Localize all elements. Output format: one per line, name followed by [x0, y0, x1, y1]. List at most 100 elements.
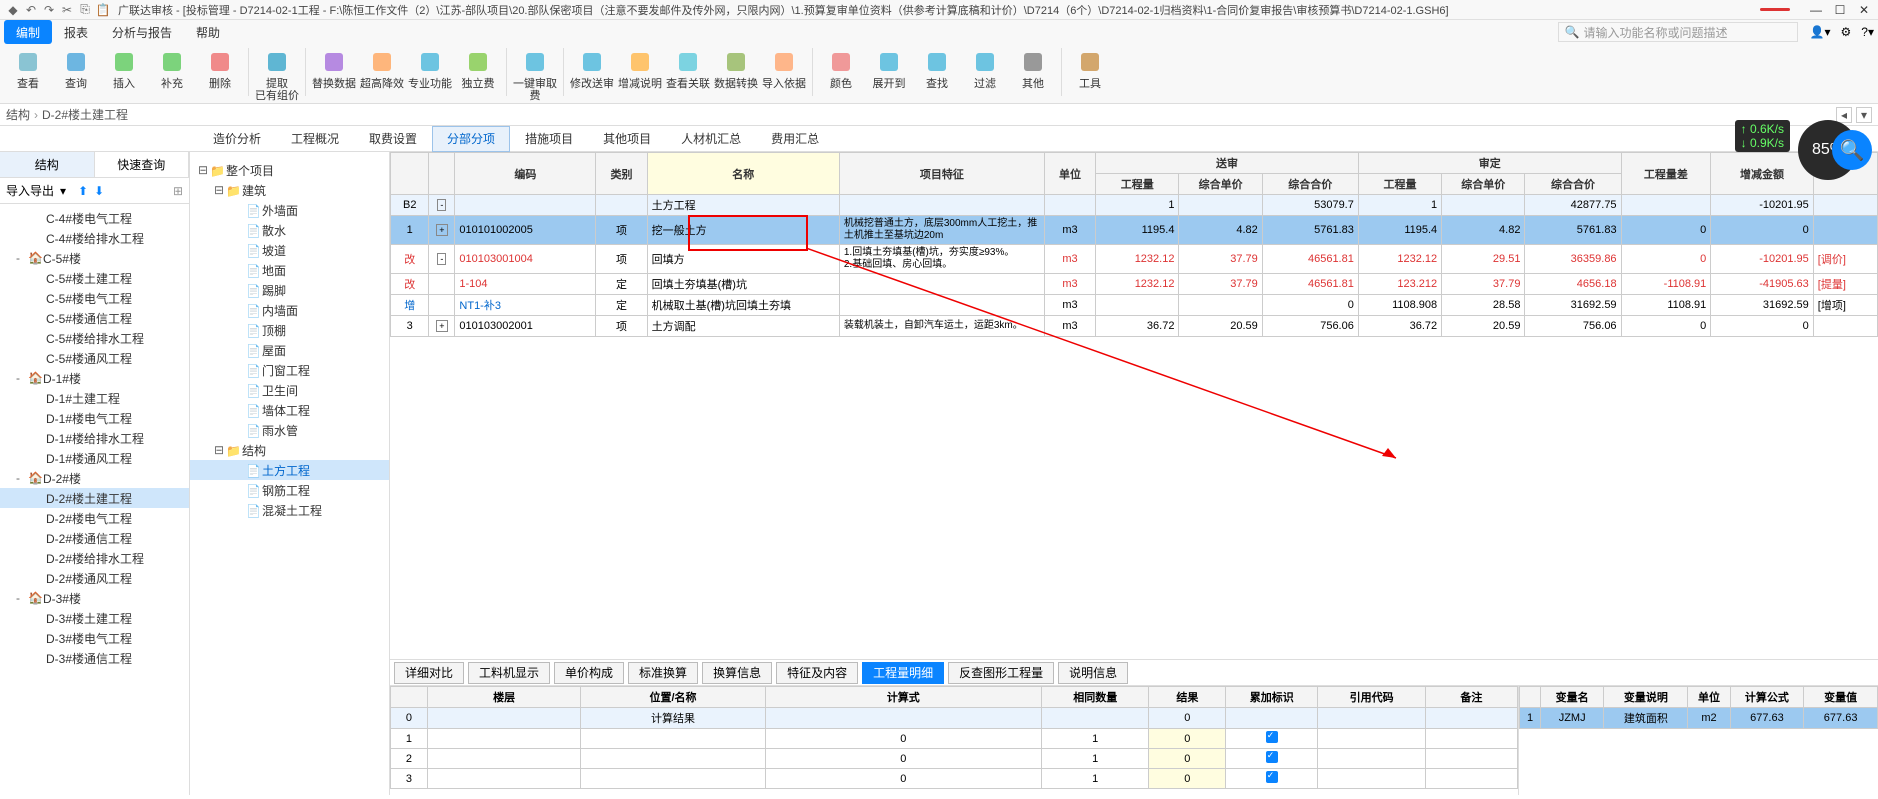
arrow-up-icon[interactable]: ⬆ [78, 184, 88, 198]
left-tab-quick-search[interactable]: 快速查询 [95, 152, 190, 177]
maximize-button[interactable]: ☐ [1832, 3, 1848, 17]
detail-grid[interactable]: 楼层位置/名称计算式相同数量结果累加标识引用代码备注 0计算结果 0 1 01 … [390, 686, 1518, 789]
subtab-3[interactable]: 分部分项 [432, 126, 510, 152]
category-node[interactable]: 📄钢筋工程 [190, 480, 389, 500]
import-export-button[interactable]: 导入导出 [6, 182, 54, 199]
settings-icon[interactable]: ⚙ [1841, 25, 1852, 39]
breadcrumb-root[interactable]: 结构 [6, 106, 30, 123]
ribbon-过滤[interactable]: 过滤 [963, 48, 1007, 90]
tree-node[interactable]: D-1#土建工程 [0, 388, 189, 408]
arrow-down-icon[interactable]: ⬇ [94, 184, 104, 198]
ribbon-修改送审[interactable]: 修改送审 [570, 48, 614, 90]
category-node[interactable]: 📄坡道 [190, 240, 389, 260]
category-node[interactable]: 📄混凝土工程 [190, 500, 389, 520]
menu-tab-help[interactable]: 帮助 [184, 20, 232, 44]
function-search[interactable]: 🔍 请输入功能名称或问题描述 [1558, 22, 1798, 42]
ribbon-其他[interactable]: 其他 [1011, 48, 1055, 90]
tree-node[interactable]: C-4#楼电气工程 [0, 208, 189, 228]
category-node[interactable]: 📄屋面 [190, 340, 389, 360]
panel-menu-icon[interactable]: ⊞ [173, 184, 183, 198]
cut-icon[interactable]: ✂ [60, 3, 74, 17]
copy-icon[interactable]: ⎘ [78, 3, 92, 17]
ribbon-数据转换[interactable]: 数据转换 [714, 48, 758, 90]
category-node[interactable]: 📄卫生间 [190, 380, 389, 400]
bottom-tab-4[interactable]: 换算信息 [702, 662, 772, 684]
tree-node[interactable]: -🏠 C-5#楼 [0, 248, 189, 268]
tree-node[interactable]: D-1#楼电气工程 [0, 408, 189, 428]
ribbon-插入[interactable]: 插入 [102, 48, 146, 90]
ribbon-超高降效[interactable]: 超高降效 [360, 48, 404, 90]
ribbon-展开到[interactable]: 展开到 [867, 48, 911, 90]
category-node[interactable]: ⊟📁整个项目 [190, 160, 389, 180]
ribbon-导入依据[interactable]: 导入依据 [762, 48, 806, 90]
minimize-button[interactable]: — [1808, 3, 1824, 17]
ribbon-查找[interactable]: 查找 [915, 48, 959, 90]
tree-node[interactable]: C-4#楼给排水工程 [0, 228, 189, 248]
tree-node[interactable]: C-5#楼土建工程 [0, 268, 189, 288]
subtab-4[interactable]: 措施项目 [510, 126, 588, 152]
subtab-6[interactable]: 人材机汇总 [666, 126, 756, 152]
tree-node[interactable]: D-2#楼土建工程 [0, 488, 189, 508]
tree-node[interactable]: -🏠 D-2#楼 [0, 468, 189, 488]
floating-search-button[interactable]: 🔍 [1832, 130, 1872, 170]
ribbon-专业功能[interactable]: 专业功能 [408, 48, 452, 90]
bottom-tab-6[interactable]: 工程量明细 [862, 662, 944, 684]
subtab-2[interactable]: 取费设置 [354, 126, 432, 152]
category-node[interactable]: 📄土方工程 [190, 460, 389, 480]
tree-node[interactable]: D-2#楼电气工程 [0, 508, 189, 528]
variable-grid[interactable]: 变量名变量说明单位计算公式变量值 1JZMJ建筑面积 m2677.63677.6… [1519, 686, 1878, 729]
redo-icon[interactable]: ↷ [42, 3, 56, 17]
main-grid[interactable]: 编码类别 名称项目特征 单位 送审审定 工程量差增减金额 工程量综合单价综合合价… [390, 152, 1878, 337]
menu-tab-analysis[interactable]: 分析与报告 [100, 20, 184, 44]
bottom-tab-3[interactable]: 标准换算 [628, 662, 698, 684]
close-button[interactable]: ✕ [1856, 3, 1872, 17]
tree-node[interactable]: D-3#楼土建工程 [0, 608, 189, 628]
bottom-tab-7[interactable]: 反查图形工程量 [948, 662, 1054, 684]
bottom-tab-5[interactable]: 特征及内容 [776, 662, 858, 684]
bottom-tab-8[interactable]: 说明信息 [1058, 662, 1128, 684]
ribbon-提取[interactable]: 提取已有组价 [255, 48, 299, 102]
dropdown-icon[interactable]: ▾ [60, 184, 66, 198]
tree-node[interactable]: C-5#楼电气工程 [0, 288, 189, 308]
tree-node[interactable]: -🏠 D-3#楼 [0, 588, 189, 608]
tree-node[interactable]: D-3#楼电气工程 [0, 628, 189, 648]
subtab-0[interactable]: 造价分析 [198, 126, 276, 152]
tree-node[interactable]: D-1#楼通风工程 [0, 448, 189, 468]
category-node[interactable]: 📄散水 [190, 220, 389, 240]
category-node[interactable]: 📄地面 [190, 260, 389, 280]
ribbon-替换数据[interactable]: 替换数据 [312, 48, 356, 90]
tree-node[interactable]: D-2#楼通信工程 [0, 528, 189, 548]
subtab-1[interactable]: 工程概况 [276, 126, 354, 152]
collapse-icon[interactable]: ◂ [1836, 107, 1852, 123]
category-node[interactable]: 📄顶棚 [190, 320, 389, 340]
subtab-5[interactable]: 其他项目 [588, 126, 666, 152]
ribbon-查看[interactable]: 查看 [6, 48, 50, 90]
category-node[interactable]: 📄门窗工程 [190, 360, 389, 380]
tree-node[interactable]: C-5#楼通风工程 [0, 348, 189, 368]
ribbon-增减说明[interactable]: 增减说明 [618, 48, 662, 90]
ribbon-工具[interactable]: 工具 [1068, 48, 1112, 90]
tree-node[interactable]: D-2#楼通风工程 [0, 568, 189, 588]
bottom-tab-2[interactable]: 单价构成 [554, 662, 624, 684]
category-node[interactable]: ⊟📁建筑 [190, 180, 389, 200]
bottom-tab-1[interactable]: 工料机显示 [468, 662, 550, 684]
bottom-tab-0[interactable]: 详细对比 [394, 662, 464, 684]
category-node[interactable]: 📄内墙面 [190, 300, 389, 320]
dropdown-icon[interactable]: ▾ [1856, 107, 1872, 123]
subtab-7[interactable]: 费用汇总 [756, 126, 834, 152]
ribbon-查询[interactable]: 查询 [54, 48, 98, 90]
help-icon[interactable]: ?▾ [1861, 25, 1874, 39]
tree-node[interactable]: D-2#楼给排水工程 [0, 548, 189, 568]
tree-node[interactable]: D-3#楼通信工程 [0, 648, 189, 668]
category-node[interactable]: 📄墙体工程 [190, 400, 389, 420]
tree-node[interactable]: C-5#楼通信工程 [0, 308, 189, 328]
ribbon-查看关联[interactable]: 查看关联 [666, 48, 710, 90]
tree-node[interactable]: -🏠 D-1#楼 [0, 368, 189, 388]
category-node[interactable]: 📄踢脚 [190, 280, 389, 300]
category-node[interactable]: 📄外墙面 [190, 200, 389, 220]
ribbon-颜色[interactable]: 颜色 [819, 48, 863, 90]
menu-tab-report[interactable]: 报表 [52, 20, 100, 44]
tree-node[interactable]: D-1#楼给排水工程 [0, 428, 189, 448]
category-node[interactable]: ⊟📁结构 [190, 440, 389, 460]
tree-node[interactable]: C-5#楼给排水工程 [0, 328, 189, 348]
